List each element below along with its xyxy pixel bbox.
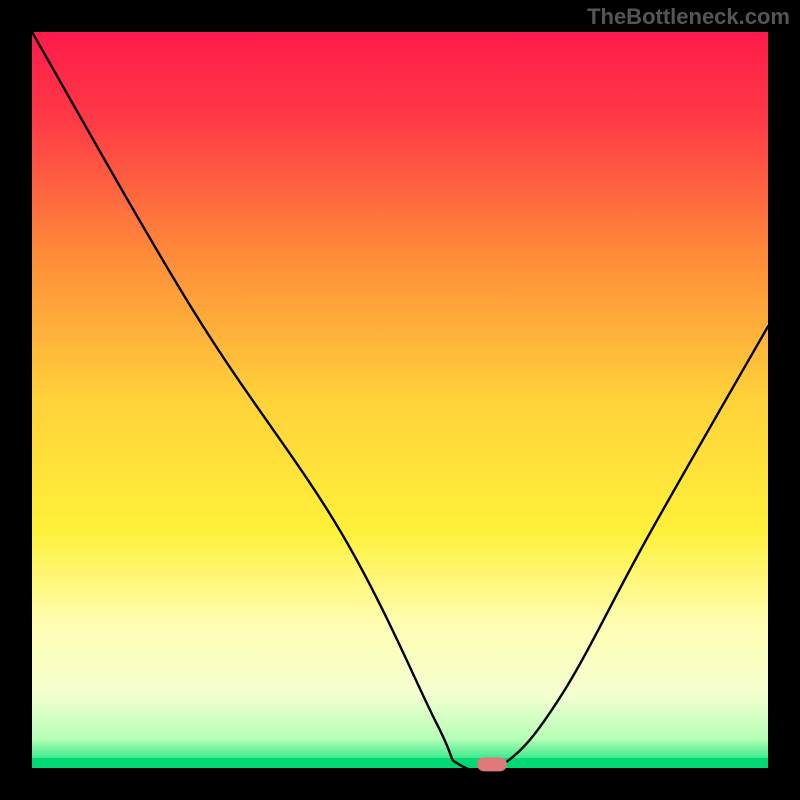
chart-frame: TheBottleneck.com bbox=[0, 0, 800, 800]
bottleneck-chart bbox=[0, 0, 800, 800]
watermark-text: TheBottleneck.com bbox=[587, 4, 790, 30]
baseline-band bbox=[32, 758, 768, 768]
optimal-marker bbox=[477, 757, 507, 771]
plot-background bbox=[32, 32, 768, 768]
